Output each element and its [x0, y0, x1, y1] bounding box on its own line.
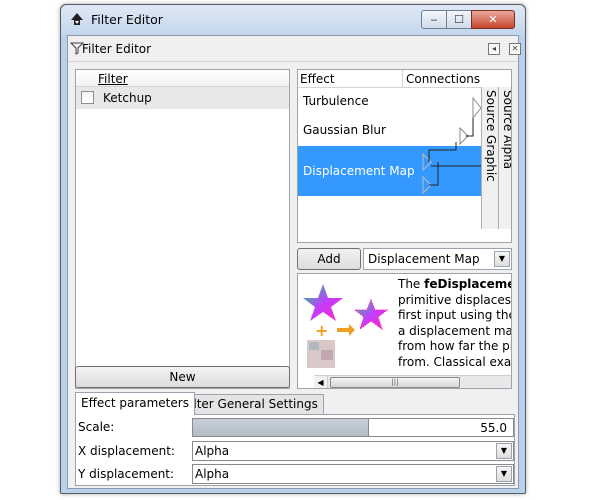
- scroll-left-icon[interactable]: ◀: [314, 376, 328, 388]
- y-displacement-dropdown[interactable]: Alpha ▼: [192, 464, 514, 484]
- connection-lines: [422, 96, 488, 195]
- new-filter-button[interactable]: New: [75, 366, 290, 388]
- chevron-down-icon[interactable]: ▼: [496, 466, 512, 482]
- scale-value: 55.0: [480, 421, 507, 435]
- minimize-button[interactable]: ‒: [421, 10, 447, 29]
- scale-label: Scale:: [78, 420, 115, 434]
- scale-slider-fill: [193, 419, 369, 436]
- inkscape-app-icon: [71, 13, 83, 25]
- desc-line-2: primitive displaces the: [398, 292, 511, 307]
- filter-row-ketchup[interactable]: Ketchup: [76, 87, 289, 109]
- maximize-button[interactable]: ☐: [446, 10, 472, 29]
- close-button[interactable]: ✕: [471, 10, 515, 29]
- filter-list: Filter Ketchup: [75, 69, 290, 389]
- description-text: The feDisplacementM primitive displaces …: [398, 277, 512, 370]
- x-displacement-dropdown[interactable]: Alpha ▼: [192, 441, 514, 461]
- dock-close-button[interactable]: ✕: [509, 43, 521, 55]
- desc-line-1: The: [398, 277, 425, 291]
- y-displacement-label: Y displacement:: [78, 467, 175, 481]
- y-displacement-value: Alpha: [195, 467, 230, 481]
- horizontal-scrollbar[interactable]: ◀ |||: [314, 375, 511, 388]
- tab-effect-parameters[interactable]: Effect parameters: [75, 392, 195, 415]
- desc-term: feDisplacementM: [424, 277, 511, 291]
- window-client-area: Filter Editor ◂ ✕ Filter Ketchup New Eff…: [67, 35, 521, 489]
- dock-header: Filter Editor ◂ ✕: [68, 36, 521, 62]
- dock-title: Filter Editor: [82, 42, 152, 56]
- desc-line-5: from how far the pixel: [398, 339, 511, 353]
- effect-parameters-panel: Scale: 55.0 X displacement: Alpha ▼ Y di…: [75, 414, 515, 486]
- desc-line-6: from. Classical exampl: [398, 354, 512, 369]
- chevron-down-icon[interactable]: ▼: [496, 443, 512, 459]
- source-graphic-column[interactable]: Source Graphic: [481, 87, 498, 229]
- scale-slider[interactable]: 55.0: [192, 418, 514, 437]
- desc-line-4: a displacement map, th: [398, 323, 512, 338]
- filter-label: Ketchup: [103, 91, 152, 105]
- add-effect-value: Displacement Map: [368, 252, 480, 266]
- svg-text:+: +: [315, 321, 328, 340]
- desc-line-3: first input using the sec: [398, 308, 511, 322]
- displacement-map-illustration: +: [303, 284, 389, 368]
- tab-filter-general-settings[interactable]: Filter General Settings: [178, 394, 324, 414]
- source-graphic-label: Source Graphic: [484, 90, 498, 182]
- x-displacement-label: X displacement:: [78, 444, 175, 458]
- filter-checkbox[interactable]: [81, 91, 94, 104]
- window-titlebar[interactable]: Filter Editor ‒ ☐ ✕: [61, 5, 525, 35]
- effect-description: + The feDisplacementM primitive displace…: [297, 273, 512, 389]
- dock-iconify-button[interactable]: ◂: [488, 43, 500, 55]
- window-title: Filter Editor: [91, 12, 163, 27]
- effect-list: Effect Connections Turbulence Gaussian B…: [297, 69, 512, 243]
- filter-editor-window: Filter Editor ‒ ☐ ✕ Filter Editor ◂ ✕ Fi…: [60, 4, 526, 494]
- add-effect-button[interactable]: Add Effect:: [297, 248, 361, 286]
- chevron-down-icon[interactable]: ▼: [494, 251, 510, 267]
- source-alpha-column[interactable]: Source Alpha: [498, 87, 512, 229]
- x-displacement-value: Alpha: [195, 444, 230, 458]
- source-alpha-label: Source Alpha: [501, 90, 512, 170]
- filter-column-header[interactable]: Filter: [76, 70, 289, 87]
- filter-column-label: Filter: [98, 72, 128, 86]
- scroll-thumb[interactable]: |||: [330, 377, 460, 388]
- add-effect-dropdown[interactable]: Displacement Map ▼: [363, 248, 512, 270]
